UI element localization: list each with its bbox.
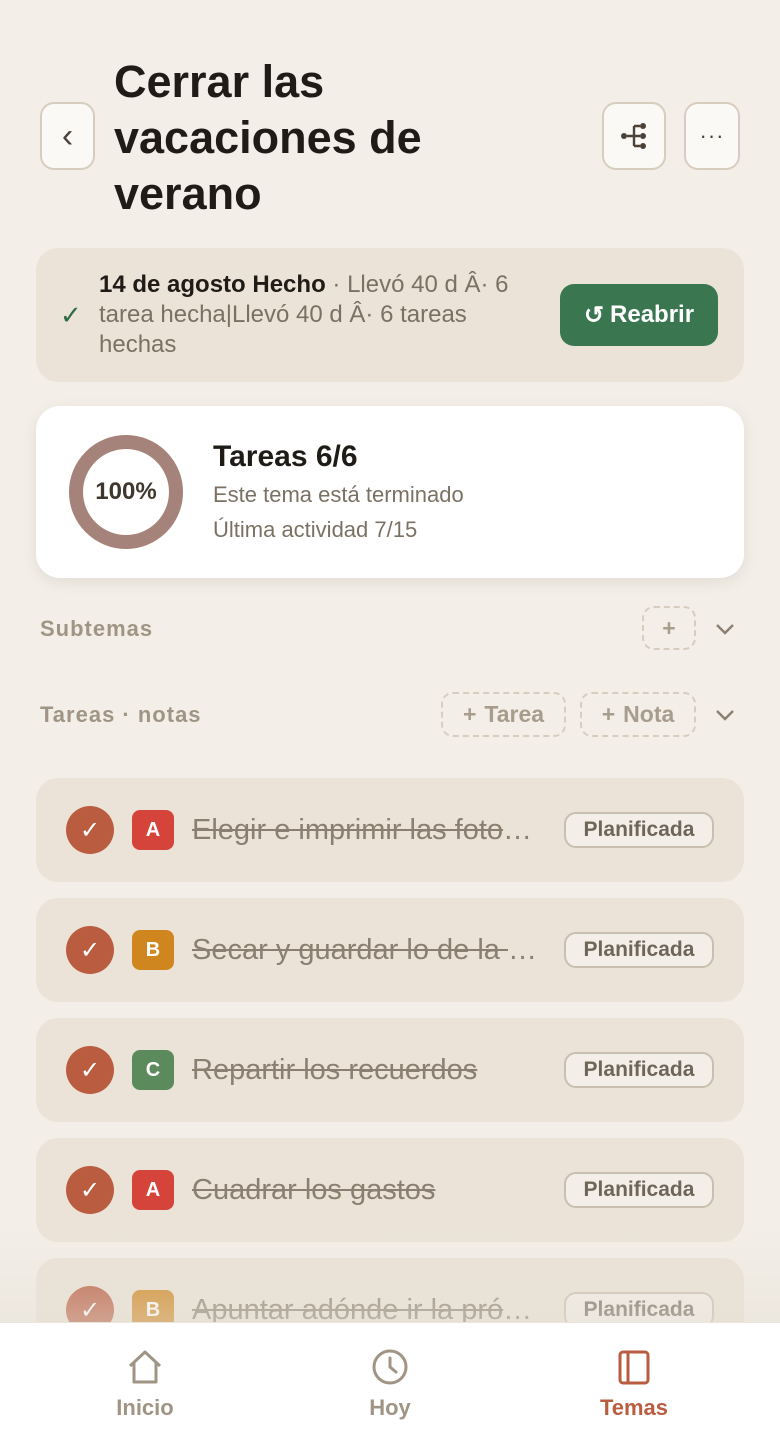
check-icon[interactable]: ✓ [66, 806, 114, 854]
check-icon: ✓ [60, 300, 82, 330]
tree-icon [621, 123, 646, 149]
progress-title: Tareas 6/6 [213, 440, 358, 473]
tab-label: Inicio [116, 1395, 174, 1420]
header: ‹ Cerrar las vacaciones de verano ··· [0, 0, 780, 240]
clock-icon [372, 1349, 408, 1385]
priority-badge: B [132, 930, 174, 970]
check-icon[interactable]: ✓ [66, 1046, 114, 1094]
plus-icon: + [462, 701, 477, 727]
plus-icon: + [601, 701, 616, 727]
task-row[interactable]: ✓ C Repartir los recuerdos Planificada [36, 1018, 744, 1122]
tab-label: Temas [599, 1395, 669, 1420]
chevron-left-icon: ‹ [61, 117, 74, 155]
plus-icon: + [662, 614, 676, 641]
progress-percent: 100% [95, 478, 157, 505]
priority-badge: C [132, 1050, 174, 1090]
task-title: Repartir los recuerdos [192, 1054, 478, 1086]
add-note-button[interactable]: + Nota [580, 692, 696, 737]
home-icon [128, 1350, 162, 1384]
completion-summary: 14 de agosto Hecho · Llevó 40 d Â· 6 tar… [99, 270, 549, 360]
chevron-down-icon[interactable] [713, 617, 737, 641]
tree-view-button[interactable] [602, 102, 666, 170]
status-badge[interactable]: Planificada [564, 812, 714, 848]
page-title: Cerrar las vacaciones de verano [114, 56, 422, 219]
progress-subtitle: Este tema está terminado [213, 482, 464, 507]
tab-label: Hoy [369, 1395, 411, 1420]
reopen-label: Reabrir [610, 301, 695, 328]
reopen-icon: ↺ [583, 301, 605, 329]
progress-card: 100% Tareas 6/6 Este tema está terminado… [36, 406, 744, 578]
priority-badge: A [132, 810, 174, 850]
reopen-button[interactable]: ↺ Reabrir [560, 284, 718, 346]
tab-hoy[interactable]: Hoy [260, 1323, 520, 1444]
priority-badge: A [132, 1170, 174, 1210]
task-row[interactable]: ✓ A Elegir e imprimir las fotos favorita… [36, 778, 744, 882]
status-badge[interactable]: Planificada [564, 1052, 714, 1088]
task-title: Cuadrar los gastos [192, 1174, 436, 1206]
completion-banner: ✓ 14 de agosto Hecho · Llevó 40 d Â· 6 t… [36, 248, 744, 382]
status-badge[interactable]: Planificada [564, 932, 714, 968]
tasks-notes-label: Tareas · notas [40, 702, 202, 727]
add-note-label: Nota [623, 701, 675, 727]
more-icon: ··· [699, 123, 725, 148]
task-title: Secar y guardar lo de la playa [192, 934, 544, 966]
last-activity: Última actividad 7/15 [213, 517, 418, 542]
chevron-down-icon[interactable] [713, 703, 737, 727]
task-title: Elegir e imprimir las fotos favoritas [192, 814, 544, 846]
more-options-button[interactable]: ··· [684, 102, 740, 170]
add-task-label: Tarea [484, 701, 545, 727]
bottom-tab-bar: Inicio Hoy Temas [0, 1322, 780, 1444]
check-icon[interactable]: ✓ [66, 926, 114, 974]
tab-inicio[interactable]: Inicio [15, 1323, 275, 1444]
subtopics-label: Subtemas [40, 616, 154, 641]
tab-temas[interactable]: Temas [504, 1323, 764, 1444]
back-button[interactable]: ‹ [40, 102, 95, 170]
add-subtopic-button[interactable]: + [642, 606, 696, 650]
task-row[interactable]: ✓ A Cuadrar los gastos Planificada [36, 1138, 744, 1242]
status-badge[interactable]: Planificada [564, 1172, 714, 1208]
completion-date-status: 14 de agosto Hecho [99, 271, 326, 298]
book-icon [618, 1350, 650, 1385]
task-row[interactable]: ✓ B Secar y guardar lo de la playa Plani… [36, 898, 744, 1002]
add-task-button[interactable]: + Tarea [441, 692, 566, 737]
check-icon[interactable]: ✓ [66, 1166, 114, 1214]
